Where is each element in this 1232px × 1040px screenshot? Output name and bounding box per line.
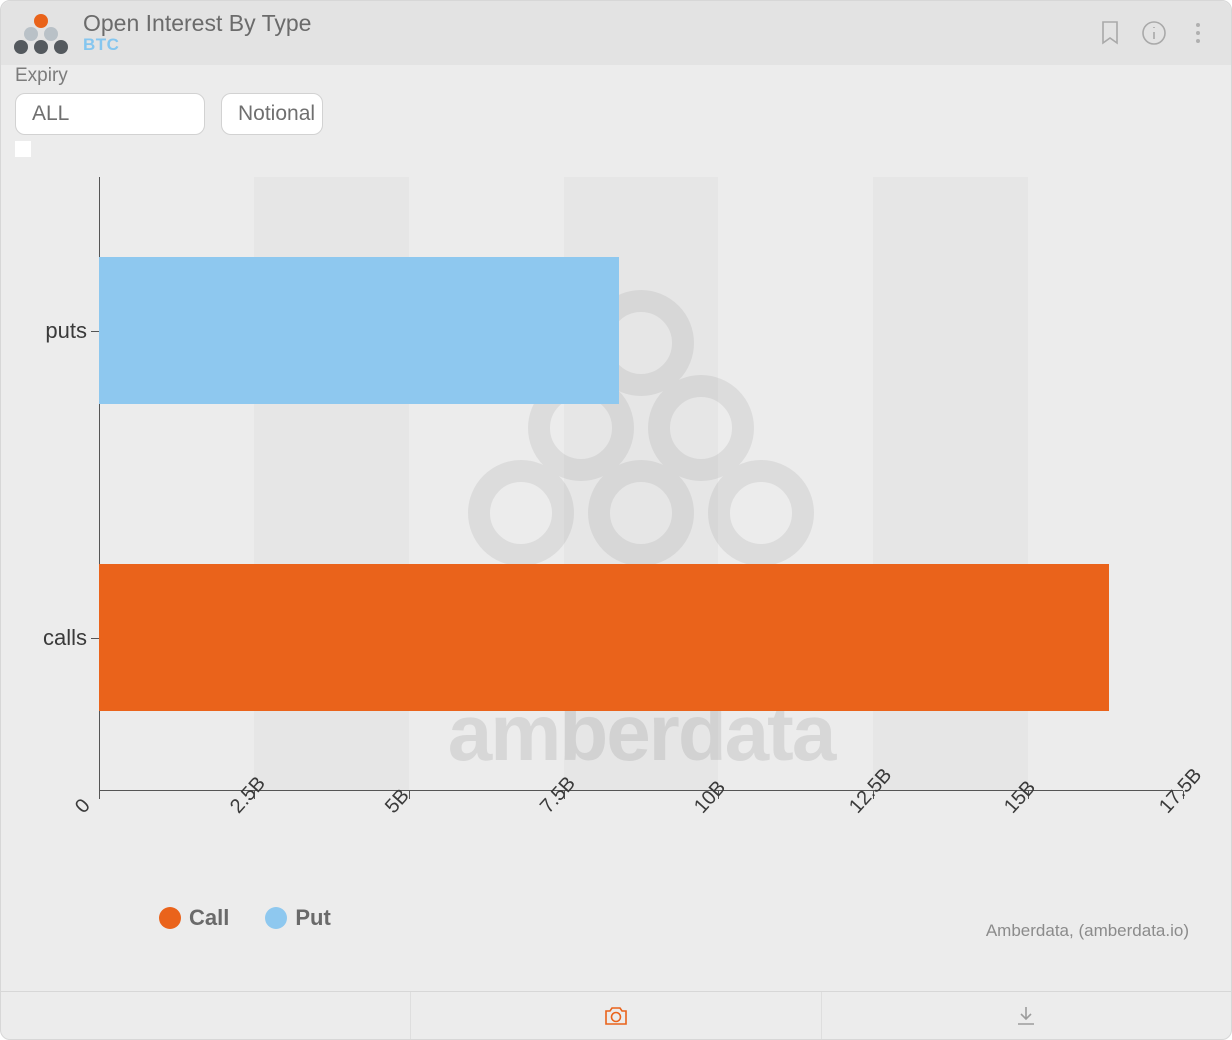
bar-calls[interactable] bbox=[99, 564, 1109, 711]
info-icon[interactable] bbox=[1139, 18, 1169, 48]
legend-label-call: Call bbox=[189, 905, 229, 931]
footer-slot-left[interactable] bbox=[1, 992, 411, 1039]
expiry-label: Expiry bbox=[15, 65, 68, 87]
more-icon[interactable] bbox=[1183, 18, 1213, 48]
legend-swatch-call bbox=[159, 907, 181, 929]
chart-panel: Open Interest By Type BTC Expiry ALL Not… bbox=[0, 0, 1232, 1040]
screenshot-button[interactable] bbox=[411, 992, 821, 1039]
amberdata-logo-icon bbox=[13, 14, 69, 52]
y-tick-label: calls bbox=[43, 625, 87, 651]
small-box bbox=[15, 141, 31, 157]
panel-subtitle: BTC bbox=[83, 36, 311, 55]
x-tick-label: 0 bbox=[71, 795, 96, 819]
footer-toolbar bbox=[1, 991, 1231, 1039]
credit-text: Amberdata, (amberdata.io) bbox=[986, 921, 1189, 941]
y-tick bbox=[91, 638, 99, 639]
download-button[interactable] bbox=[822, 992, 1231, 1039]
bar-puts[interactable] bbox=[99, 257, 619, 404]
x-tick bbox=[99, 791, 100, 799]
panel-header: Open Interest By Type BTC bbox=[1, 1, 1231, 65]
legend-item-put[interactable]: Put bbox=[265, 905, 330, 931]
legend: Call Put bbox=[159, 905, 331, 931]
expiry-dropdown[interactable]: ALL bbox=[15, 93, 205, 135]
legend-label-put: Put bbox=[295, 905, 330, 931]
title-block: Open Interest By Type BTC bbox=[83, 11, 311, 55]
controls-row: Expiry ALL Notional bbox=[1, 65, 1231, 157]
mode-dropdown[interactable]: Notional bbox=[221, 93, 323, 135]
y-tick-label: puts bbox=[45, 318, 87, 344]
legend-swatch-put bbox=[265, 907, 287, 929]
bookmark-icon[interactable] bbox=[1095, 18, 1125, 48]
legend-item-call[interactable]: Call bbox=[159, 905, 229, 931]
x-tick-label: 17.5B bbox=[1155, 764, 1207, 818]
panel-title: Open Interest By Type bbox=[83, 11, 311, 36]
chart-area: amberdata 02.5B5B7.5B10B12.5B15B17.5Bput… bbox=[19, 167, 1213, 991]
y-tick bbox=[91, 331, 99, 332]
x-tick-label: 12.5B bbox=[845, 764, 897, 818]
plot-region: amberdata 02.5B5B7.5B10B12.5B15B17.5Bput… bbox=[99, 177, 1183, 791]
